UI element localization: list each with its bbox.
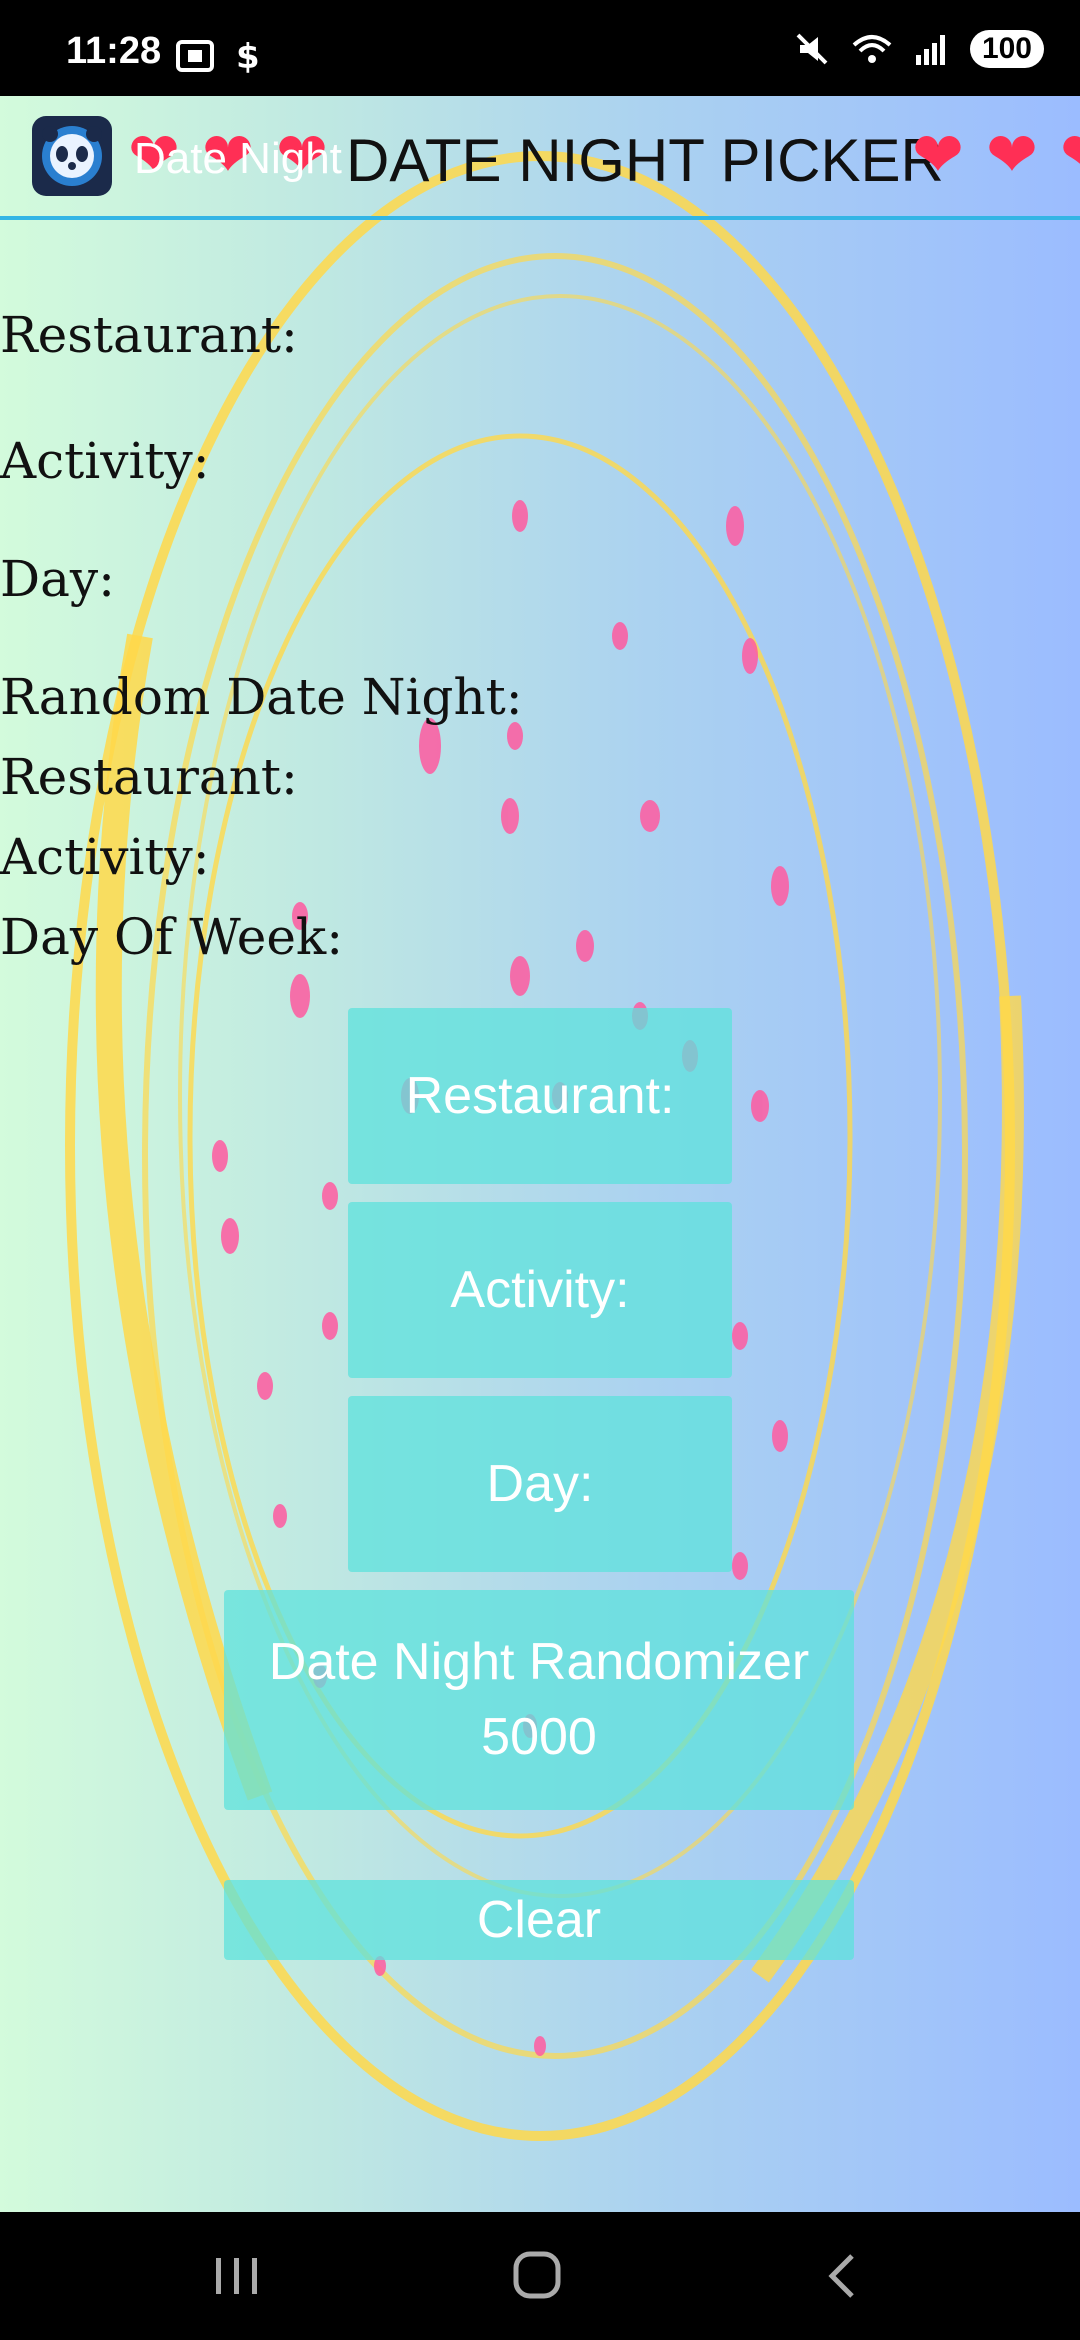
- clear-button[interactable]: Clear: [224, 1880, 854, 1960]
- battery-indicator: 100: [969, 30, 1044, 68]
- status-left-icons: $: [176, 36, 264, 76]
- activity-label: Activity:: [0, 432, 210, 490]
- heart-icon: ❤: [986, 118, 1038, 191]
- wifi-icon: [852, 35, 892, 63]
- signal-icon: [915, 35, 945, 65]
- random-date-night-label: Random Date Night:: [0, 668, 523, 726]
- day-label: Day:: [0, 550, 115, 608]
- app-logo: [32, 116, 112, 196]
- mute-icon: [796, 33, 828, 65]
- restaurant-label: Restaurant:: [0, 306, 298, 364]
- heart-icon: ❤: [1060, 124, 1080, 186]
- page-title: DATE NIGHT PICKER: [346, 127, 944, 194]
- screenshot-icon: [176, 40, 214, 72]
- back-icon[interactable]: [808, 2246, 878, 2306]
- heart-icon: ❤: [912, 118, 964, 191]
- status-bar: 11:28 $ 100: [0, 0, 1080, 96]
- day-of-week-label: Day Of Week:: [0, 908, 344, 966]
- home-icon[interactable]: [502, 2246, 572, 2306]
- navigation-bar: [0, 2212, 1080, 2340]
- random-activity-label: Activity:: [0, 828, 210, 886]
- recent-apps-icon[interactable]: [202, 2246, 272, 2306]
- restaurant-button[interactable]: Restaurant:: [348, 1008, 732, 1184]
- svg-text:$: $: [236, 37, 260, 76]
- dollar-icon: $: [236, 37, 260, 76]
- random-restaurant-label: Restaurant:: [0, 748, 298, 806]
- status-right-icons: 100: [794, 30, 1044, 68]
- day-button[interactable]: Day:: [348, 1396, 732, 1572]
- app-name: Date Night: [134, 134, 342, 183]
- app-header: ❤ ❤ ❤ Date Night DATE NIGHT PICKER ❤ ❤ ❤: [0, 96, 1080, 220]
- app-content: ❤ ❤ ❤ Date Night DATE NIGHT PICKER ❤ ❤ ❤…: [0, 96, 1080, 2212]
- activity-button[interactable]: Activity:: [348, 1202, 732, 1378]
- randomizer-button[interactable]: Date Night Randomizer 5000: [224, 1590, 854, 1810]
- status-time: 11:28: [66, 30, 162, 72]
